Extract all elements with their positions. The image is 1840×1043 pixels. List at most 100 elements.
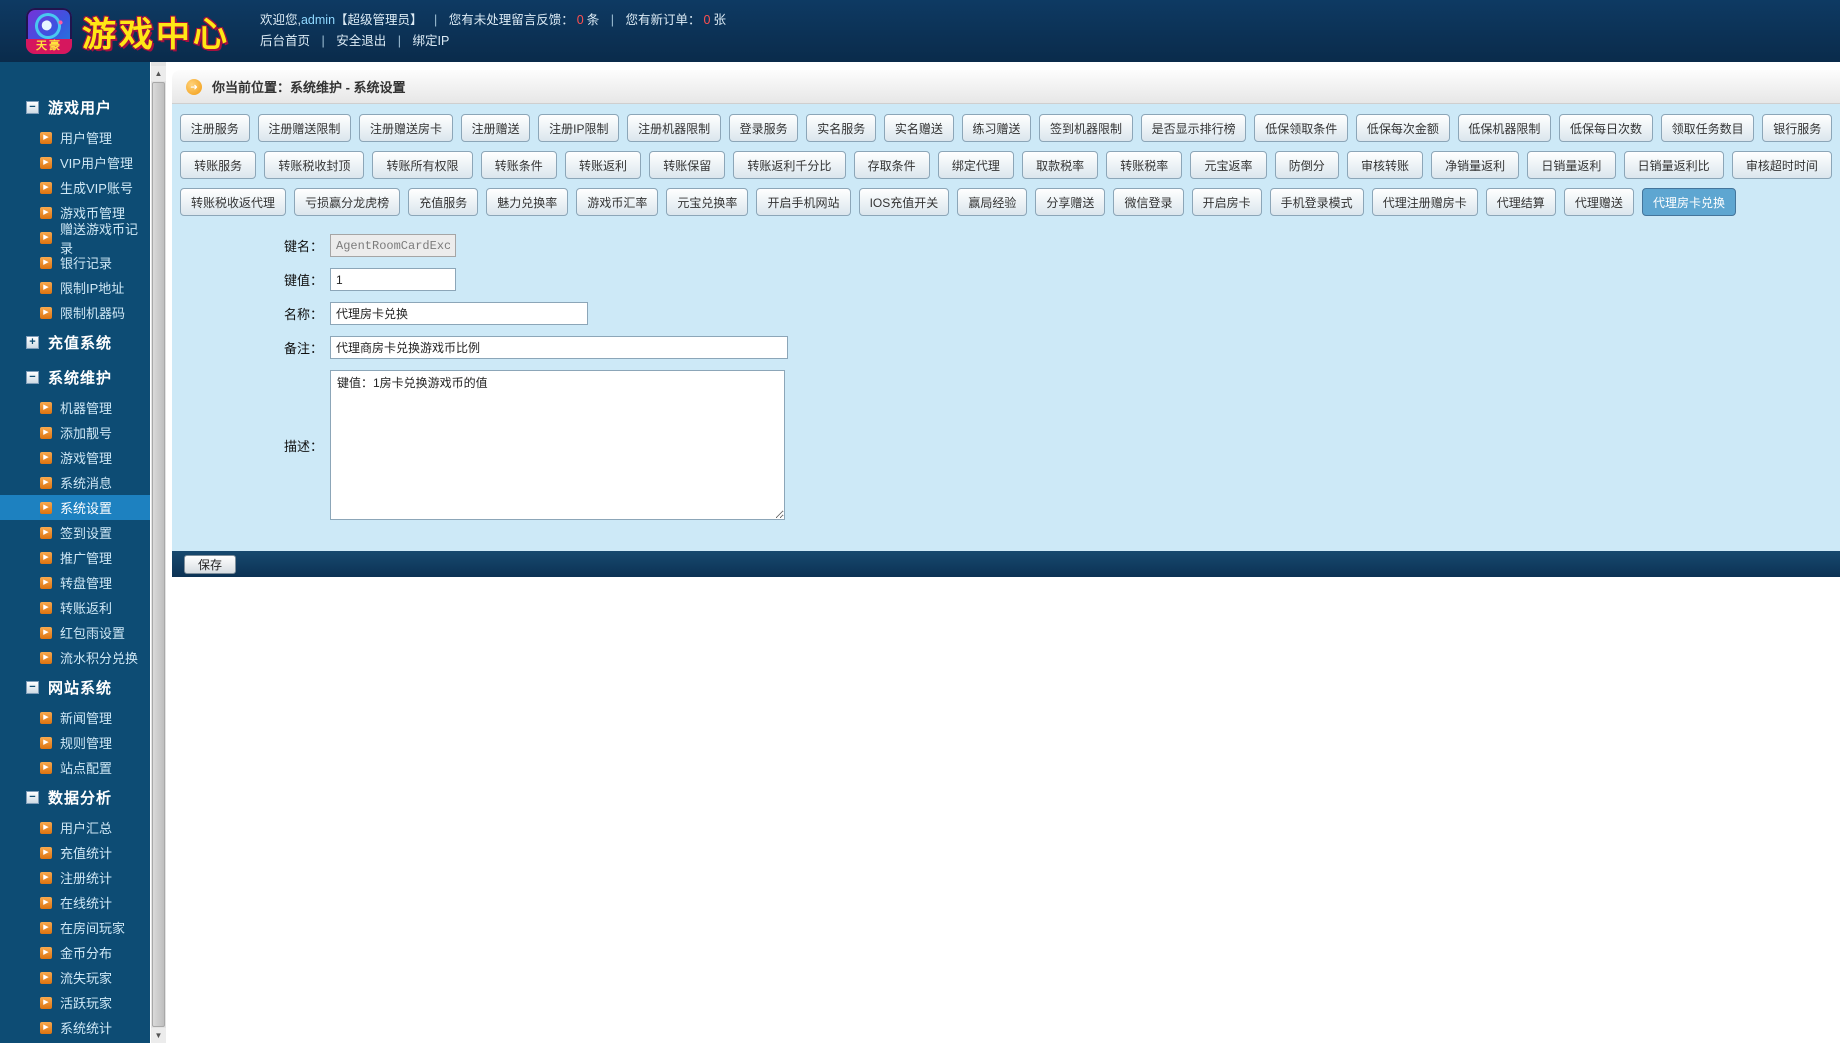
setting-tab-button[interactable]: 实名赠送 [884,114,954,142]
setting-tab-button[interactable]: 净销量返利 [1431,151,1520,179]
collapse-icon[interactable]: − [26,681,39,694]
setting-tab-button[interactable]: 注册机器限制 [627,114,721,142]
key-value-field[interactable] [330,268,456,291]
expand-icon[interactable]: + [26,336,39,349]
setting-tab-button[interactable]: 转账服务 [180,151,257,179]
collapse-icon[interactable]: − [26,101,39,114]
setting-tab-button[interactable]: IOS充值开关 [858,188,950,216]
name-field[interactable] [330,302,588,325]
description-textarea[interactable] [330,370,785,520]
setting-tab-button[interactable]: 日销量返利比 [1623,151,1724,179]
sidebar-item[interactable]: ▶ 活跃玩家 [0,990,150,1015]
sidebar-item[interactable]: ▶ 转账返利 [0,595,150,620]
sidebar-section-header[interactable]: + 充值系统 [0,325,150,360]
setting-tab-button[interactable]: 注册赠送 [460,114,531,142]
sidebar-item[interactable]: ▶ 注册统计 [0,865,150,890]
setting-tab-button[interactable]: 转账条件 [480,151,557,179]
setting-tab-button[interactable]: 转账税收返代理 [180,188,287,216]
sidebar-item[interactable]: ▶ 用户管理 [0,125,150,150]
sidebar-item[interactable]: ▶ 添加靓号 [0,420,150,445]
sidebar-item[interactable]: ▶ 赠送游戏币记录 [0,222,150,256]
sidebar-item[interactable]: ▶ 流失玩家 [0,965,150,990]
app-logo-icon[interactable]: 天豪 [26,8,72,54]
setting-tab-button[interactable]: 注册赠送房卡 [359,114,453,142]
setting-tab-button[interactable]: 分享赠送 [1035,188,1106,216]
setting-tab-button[interactable]: 低保领取条件 [1254,114,1349,142]
setting-tab-button[interactable]: 登录服务 [728,114,799,142]
setting-tab-button[interactable]: 绑定代理 [937,151,1014,179]
sidebar-item[interactable]: ▶ 系统设置 [0,495,150,520]
scrollbar-thumb[interactable] [152,82,165,1027]
sidebar-item[interactable]: ▶ 充值统计 [0,840,150,865]
sidebar-item[interactable]: ▶ 游戏管理 [0,445,150,470]
setting-tab-button[interactable]: 领取任务数目 [1660,114,1755,142]
setting-tab-button[interactable]: 是否显示排行榜 [1140,114,1247,142]
setting-tab-button[interactable]: 亏损赢分龙虎榜 [294,188,401,216]
setting-tab-button[interactable]: 开启手机网站 [756,188,851,216]
sidebar-item[interactable]: ▶ 系统消息 [0,470,150,495]
setting-tab-button[interactable]: 注册服务 [180,114,250,142]
sidebar-item[interactable]: ▶ 规则管理 [0,730,150,755]
setting-tab-button[interactable]: 元宝返率 [1190,151,1267,179]
setting-tab-button[interactable]: 充值服务 [408,188,479,216]
link-bind-ip[interactable]: 绑定IP [412,34,449,48]
setting-tab-button[interactable]: 转账税收封顶 [264,151,365,179]
sidebar-item[interactable]: ▶ 金币分布 [0,940,150,965]
setting-tab-button[interactable]: 代理赠送 [1563,188,1634,216]
setting-tab-button[interactable]: 防倒分 [1274,151,1339,179]
setting-tab-button[interactable]: 签到机器限制 [1039,114,1133,142]
setting-tab-button[interactable]: 代理房卡兑换 [1641,188,1736,216]
sidebar-item[interactable]: ▶ 限制IP地址 [0,275,150,300]
setting-tab-button[interactable]: 取款税率 [1021,151,1099,179]
sidebar-section-header[interactable]: − 游戏用户 [0,90,150,125]
setting-tab-button[interactable]: 转账所有权限 [372,151,473,179]
sidebar-item[interactable]: ▶ 红包雨设置 [0,620,150,645]
setting-tab-button[interactable]: 转账保留 [649,151,726,179]
setting-tab-button[interactable]: 赢局经验 [957,188,1028,216]
link-admin-home[interactable]: 后台首页 [260,34,310,48]
setting-tab-button[interactable]: 代理注册赠房卡 [1371,188,1478,216]
sidebar-item[interactable]: ▶ VIP用户管理 [0,150,150,175]
link-logout[interactable]: 安全退出 [336,34,386,48]
setting-tab-button[interactable]: 转账返利 [564,151,642,179]
setting-tab-button[interactable]: 手机登录模式 [1269,188,1364,216]
sidebar-item[interactable]: ▶ 在房间玩家 [0,915,150,940]
sidebar-section-header[interactable]: − 系统维护 [0,360,150,395]
setting-tab-button[interactable]: 低保每次金额 [1356,114,1450,142]
setting-tab-button[interactable]: 游戏币汇率 [576,188,659,216]
sidebar-scrollbar[interactable]: ▲ ▼ [151,62,166,1043]
sidebar-item[interactable]: ▶ 站点配置 [0,755,150,780]
sidebar-item[interactable]: ▶ 系统统计 [0,1015,150,1040]
setting-tab-button[interactable]: 注册赠送限制 [257,114,352,142]
scrollbar-up-icon[interactable]: ▲ [151,66,166,81]
setting-tab-button[interactable]: 注册IP限制 [538,114,620,142]
setting-tab-button[interactable]: 日销量返利 [1527,151,1616,179]
setting-tab-button[interactable]: 代理结算 [1485,188,1556,216]
sidebar-section-header[interactable]: − 数据分析 [0,780,150,815]
setting-tab-button[interactable]: 微信登录 [1113,188,1184,216]
save-button[interactable]: 保存 [184,554,237,574]
sidebar-item[interactable]: ▶ 机器管理 [0,395,150,420]
sidebar-item[interactable]: ▶ 签到设置 [0,520,150,545]
collapse-icon[interactable]: − [26,791,39,804]
scrollbar-down-icon[interactable]: ▼ [151,1028,166,1043]
remark-field[interactable] [330,336,788,359]
setting-tab-button[interactable]: 低保每日次数 [1559,114,1653,142]
setting-tab-button[interactable]: 存取条件 [853,151,930,179]
setting-tab-button[interactable]: 元宝兑换率 [666,188,749,216]
setting-tab-button[interactable]: 魅力兑换率 [486,188,569,216]
setting-tab-button[interactable]: 实名服务 [806,114,877,142]
sidebar-section-header[interactable]: − 网站系统 [0,670,150,705]
collapse-icon[interactable]: − [26,371,39,384]
setting-tab-button[interactable]: 练习赠送 [961,114,1032,142]
sidebar-item[interactable]: ▶ 推广管理 [0,545,150,570]
sidebar-item[interactable]: ▶ 转盘管理 [0,570,150,595]
setting-tab-button[interactable]: 开启房卡 [1191,188,1262,216]
sidebar-item[interactable]: ▶ 用户汇总 [0,815,150,840]
setting-tab-button[interactable]: 低保机器限制 [1457,114,1552,142]
sidebar-item[interactable]: ▶ 在线统计 [0,890,150,915]
setting-tab-button[interactable]: 银行服务 [1762,114,1833,142]
sidebar-item[interactable]: ▶ 生成VIP账号 [0,175,150,200]
setting-tab-button[interactable]: 审核超时时间 [1731,151,1832,179]
setting-tab-button[interactable]: 审核转账 [1346,151,1424,179]
